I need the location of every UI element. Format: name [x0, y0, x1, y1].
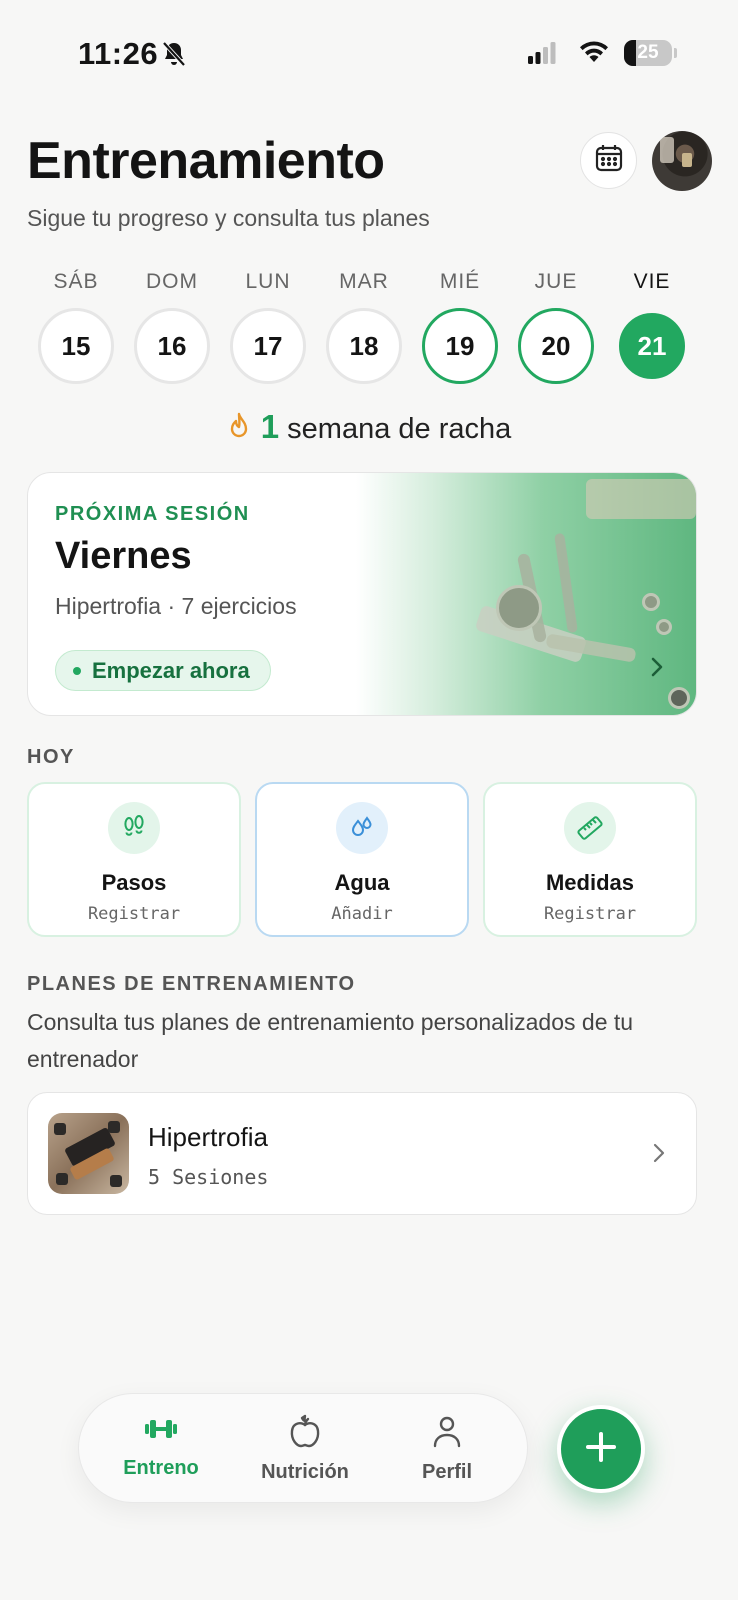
day-label: DOM: [146, 270, 198, 293]
plan-card[interactable]: Hipertrofia 5 Sesiones: [27, 1092, 697, 1215]
day-label: LUN: [245, 270, 291, 293]
plan-thumbnail: [48, 1113, 129, 1194]
day-label: SÁB: [53, 270, 99, 293]
plan-sessions: 5 Sesiones: [148, 1165, 269, 1189]
status-bar: 11:26 25: [0, 0, 738, 100]
next-session-card[interactable]: PRÓXIMA SESIÓN Viernes Hipertrofia · 7 e…: [27, 472, 697, 716]
tile-title: Medidas: [545, 870, 635, 895]
plans-description: Consulta tus planes de entrenamiento per…: [27, 1009, 634, 1072]
day-sun[interactable]: DOM 16: [132, 270, 212, 384]
day-label: MAR: [339, 270, 389, 293]
plus-icon: [584, 1430, 618, 1469]
session-meta: Hipertrofia · 7 ejercicios: [55, 593, 297, 619]
signal-icon: [528, 42, 556, 69]
day-wed[interactable]: MIÉ 19: [420, 270, 500, 384]
page-subtitle: Sigue tu progreso y consulta tus planes: [27, 205, 430, 231]
day-number: 17: [230, 308, 306, 384]
tile-action: Registrar: [543, 904, 637, 924]
section-today-label: HOY: [27, 746, 75, 768]
day-fri[interactable]: VIE 21: [612, 270, 692, 379]
day-number: 16: [134, 308, 210, 384]
day-thu[interactable]: JUE 20: [516, 270, 596, 384]
session-day: Viernes: [55, 535, 192, 577]
day-tue[interactable]: MAR 18: [324, 270, 404, 384]
gym-equipment-image: [356, 473, 696, 715]
day-mon[interactable]: LUN 17: [228, 270, 308, 384]
day-label: VIE: [633, 270, 671, 293]
streak-count: 1: [260, 408, 280, 445]
status-time: 11:26: [78, 36, 159, 71]
day-label: JUE: [534, 270, 578, 293]
day-number-today: 21: [619, 313, 685, 379]
nav-label: Perfil: [421, 1461, 473, 1483]
steps-tile[interactable]: Pasos Registrar: [27, 782, 241, 937]
today-tiles: Pasos Registrar Agua Añadir Medidas Regi…: [27, 782, 697, 937]
battery-indicator: 25: [624, 40, 672, 66]
bell-muted-icon: [162, 41, 186, 72]
page-title: Entrenamiento: [27, 132, 385, 190]
day-number: 18: [326, 308, 402, 384]
chevron-right-icon: [652, 1142, 666, 1169]
bottom-navigation: Entreno Nutrición Perfil: [78, 1393, 528, 1503]
start-now-button[interactable]: Empezar ahora: [55, 650, 271, 691]
day-number: 15: [38, 308, 114, 384]
streak-text: semana de racha: [287, 413, 512, 445]
day-sat[interactable]: SÁB 15: [36, 270, 116, 384]
nav-label: Entreno: [123, 1457, 199, 1479]
footsteps-icon: [108, 802, 160, 854]
calendar-icon: [594, 143, 624, 178]
water-drops-icon: [336, 802, 388, 854]
plan-name: Hipertrofia: [148, 1122, 268, 1152]
nav-label: Nutrición: [261, 1461, 349, 1483]
session-kicker: PRÓXIMA SESIÓN: [55, 503, 250, 525]
battery-level: 25: [637, 42, 659, 63]
tile-title: Agua: [334, 870, 390, 895]
apple-icon: [287, 1414, 323, 1452]
flame-icon: [227, 412, 251, 450]
calendar-button[interactable]: [580, 132, 637, 189]
battery-cap: [674, 48, 677, 58]
tile-action: Añadir: [331, 904, 393, 924]
tile-title: Pasos: [101, 870, 167, 895]
day-label: MIÉ: [439, 270, 481, 293]
nav-item-perfil[interactable]: Perfil: [387, 1414, 507, 1484]
add-button[interactable]: [557, 1405, 645, 1493]
nav-item-nutricion[interactable]: Nutrición: [245, 1414, 365, 1484]
person-icon: [430, 1416, 464, 1452]
day-number-completed: 20: [518, 308, 594, 384]
tile-action: Registrar: [87, 904, 181, 924]
avatar[interactable]: [652, 131, 712, 191]
measurements-tile[interactable]: Medidas Registrar: [483, 782, 697, 937]
ruler-icon: [564, 802, 616, 854]
streak-banner: 1 semana de racha: [0, 408, 738, 450]
day-number-completed: 19: [422, 308, 498, 384]
nav-item-entreno[interactable]: Entreno: [101, 1414, 221, 1480]
section-plans-label: PLANES DE ENTRENAMIENTO: [27, 973, 356, 995]
chevron-right-icon: [650, 656, 664, 683]
water-tile[interactable]: Agua Añadir: [255, 782, 469, 937]
dumbbell-icon: [143, 1420, 179, 1448]
wifi-icon: [578, 40, 610, 69]
